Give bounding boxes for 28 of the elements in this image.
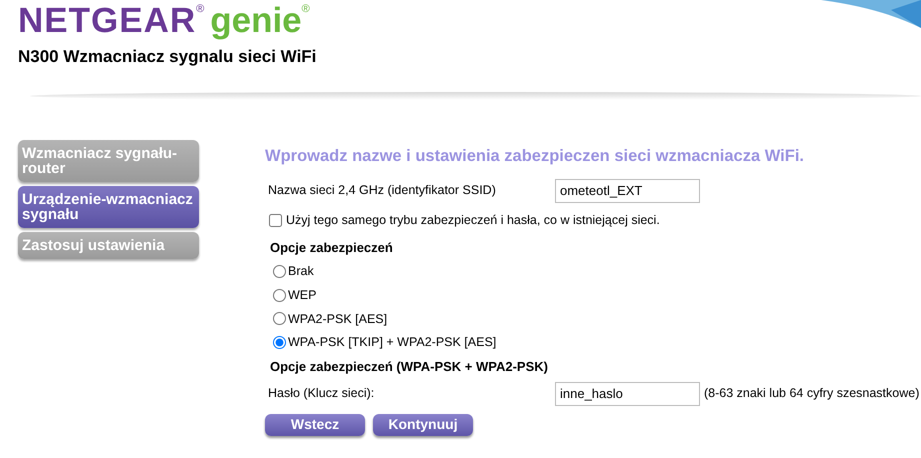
section-heading: Opcje zabezpieczeń (WPA-PSK + WPA2-PSK) [270,358,549,376]
radio-button[interactable] [273,312,286,326]
checkbox-label: Użyj tego samego trybu zabezpieczeń i hasła, co w istniejącej sieci. [286,212,660,229]
sidebar-item[interactable]: Wzmacniacz sygnału-router [18,140,199,182]
radio-button[interactable] [273,336,286,350]
radio-label: WPA-PSK [TKIP] + WPA2-PSK [AES] [288,334,496,352]
radio-label: Brak [288,263,314,280]
sidebar-item[interactable]: Urządzenie-wzmacniacz sygnału [18,186,199,228]
form-button[interactable]: Wstecz [265,414,365,436]
checkbox[interactable] [269,214,282,227]
brand-logo: NETGEAR [18,2,196,40]
field-label: Hasło (Klucz sieci): [268,385,376,402]
page-subtitle: N300 Wzmacniacz sygnalu sieci WiFi [18,46,316,68]
trademark-mark: ® [196,2,204,16]
sidebar-item[interactable]: Zastosuj ustawienia [18,232,199,259]
radio-button[interactable] [273,264,286,278]
password-field[interactable]: inne_haslo [555,382,700,406]
trademark-mark: ® [302,2,310,16]
product-logo: genie [210,2,302,40]
field-hint: (8-63 znaki lub 64 cyfry szesnastkowe) [704,385,920,402]
radio-label: WPA2-PSK [AES] [288,310,388,328]
field-label: Nazwa sieci 2,4 GHz (identyfikator SSID) [268,182,497,200]
section-heading: Opcje zabezpieczeń [270,238,394,257]
ssid-field[interactable]: ometeotl_EXT [555,178,700,203]
form-button[interactable]: Kontynuuj [373,414,473,436]
radio-button[interactable] [273,288,286,302]
radio-label: WEP [288,286,316,304]
form-title: Wprowadz nazwe i ustawienia zabezpieczen sieci wzmacniacza WiFi. [265,146,806,167]
